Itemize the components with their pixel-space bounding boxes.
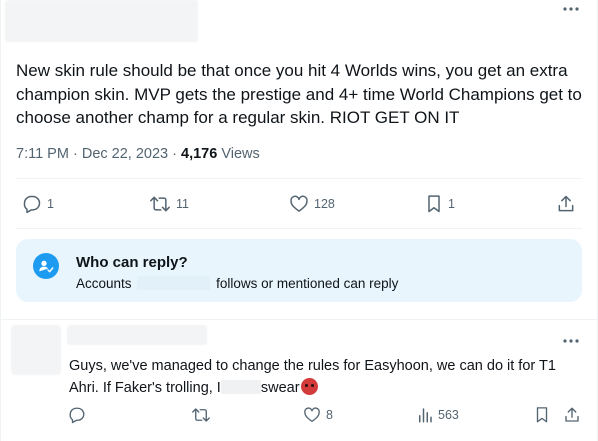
reply-text: Guys, we've managed to change the rules … bbox=[69, 355, 579, 399]
tweet-meta: 7:11 PM · Dec 22, 2023 · 4,176 Views bbox=[16, 146, 260, 162]
who-can-reply-box: Who can reply? Accounts follows or menti… bbox=[16, 239, 582, 302]
reply-bookmark-button[interactable] bbox=[534, 406, 550, 424]
redacted-author-header bbox=[5, 0, 198, 42]
who-can-reply-description: Accounts follows or mentioned can reply bbox=[76, 276, 398, 291]
reply-like-button[interactable]: 8 bbox=[303, 406, 333, 424]
views-label: Views bbox=[221, 146, 260, 162]
reply-rule-suffix: follows or mentioned can reply bbox=[216, 276, 399, 291]
reply-icon bbox=[69, 407, 85, 424]
repost-icon bbox=[192, 408, 210, 422]
repost-count: 11 bbox=[176, 197, 189, 211]
repost-button[interactable]: 11 bbox=[149, 194, 189, 214]
redacted-reply-author bbox=[67, 325, 207, 345]
like-count: 128 bbox=[314, 197, 335, 211]
reply-rule-prefix: Accounts bbox=[76, 276, 132, 291]
reply-like-count: 8 bbox=[326, 408, 333, 422]
divider bbox=[16, 228, 582, 229]
tweet-text: New skin rule should be that once you hi… bbox=[16, 61, 582, 127]
share-button[interactable] bbox=[556, 194, 576, 214]
bookmark-count: 1 bbox=[448, 197, 455, 211]
tweet-time[interactable]: 7:11 PM bbox=[16, 146, 69, 162]
views-chart-icon bbox=[419, 408, 432, 423]
more-options-button[interactable] bbox=[563, 6, 579, 12]
person-check-icon bbox=[33, 253, 59, 279]
share-icon bbox=[558, 195, 574, 212]
redacted-word bbox=[220, 380, 261, 394]
views-count: 4,176 bbox=[181, 146, 218, 162]
who-can-reply-title: Who can reply? bbox=[76, 254, 188, 271]
more-icon bbox=[563, 7, 579, 11]
reply-views-button[interactable]: 563 bbox=[417, 406, 459, 424]
redacted-reply-avatar bbox=[11, 325, 61, 375]
reply-more-options-button[interactable] bbox=[563, 338, 579, 344]
reply-reply-button[interactable] bbox=[68, 406, 86, 424]
reply-icon bbox=[23, 195, 41, 214]
redacted-handle bbox=[137, 276, 211, 290]
angry-face-emoji bbox=[300, 378, 318, 395]
reply-views-count: 563 bbox=[438, 408, 459, 422]
tweet-date[interactable]: Dec 22, 2023 bbox=[82, 146, 168, 162]
like-button[interactable]: 128 bbox=[289, 194, 335, 214]
repost-icon bbox=[150, 196, 170, 212]
reply-share-button[interactable] bbox=[563, 406, 581, 424]
like-icon bbox=[304, 407, 320, 423]
divider bbox=[16, 178, 582, 179]
tweet-detail-view: New skin rule should be that once you hi… bbox=[0, 0, 598, 441]
reply-text-part2: swear bbox=[260, 380, 300, 396]
reply-count: 1 bbox=[47, 197, 54, 211]
bookmark-button[interactable]: 1 bbox=[425, 194, 455, 214]
share-icon bbox=[565, 407, 579, 422]
like-icon bbox=[290, 195, 308, 212]
reply-repost-button[interactable] bbox=[191, 406, 211, 424]
bookmark-icon bbox=[428, 195, 440, 213]
section-separator bbox=[1, 319, 597, 320]
bookmark-icon bbox=[536, 407, 548, 423]
reply-button[interactable]: 1 bbox=[22, 194, 54, 214]
more-icon bbox=[563, 339, 579, 343]
